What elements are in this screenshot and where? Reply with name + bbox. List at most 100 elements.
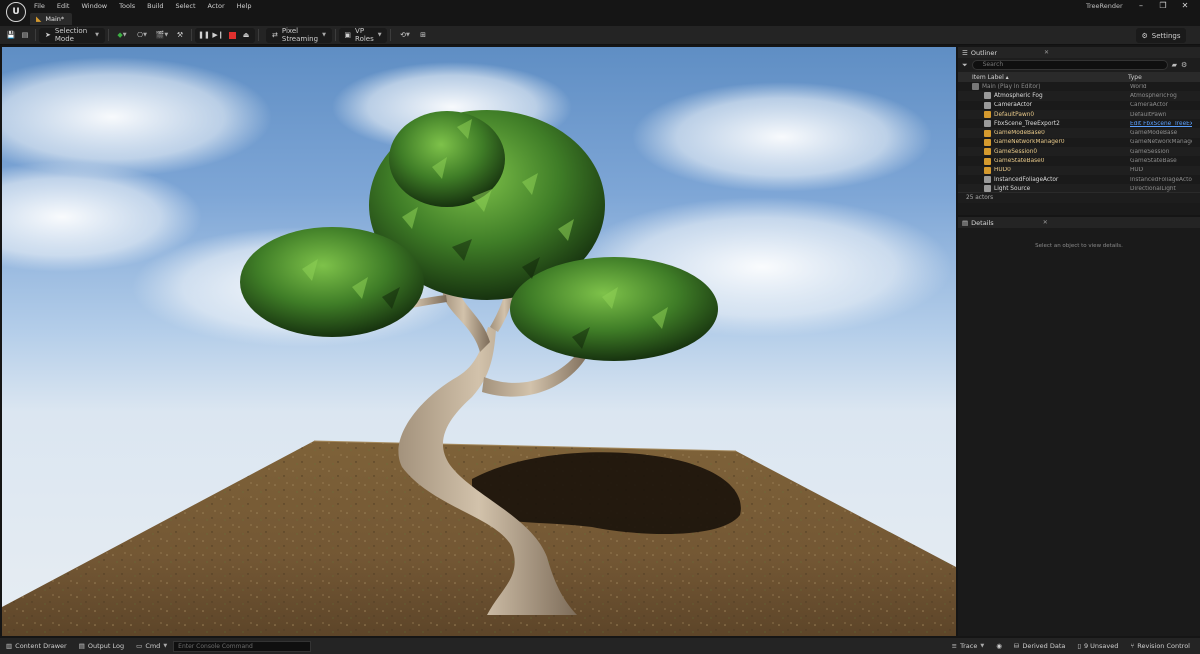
list-item[interactable]: Atmospheric Fog AtmosphericFog: [958, 91, 1200, 101]
list-item[interactable]: GameSession0 GameSession: [958, 147, 1200, 157]
menu-build[interactable]: Build: [141, 1, 169, 11]
cinematics-button[interactable]: 🎬 ▼: [152, 28, 172, 43]
selection-mode-icon: ➤: [45, 31, 51, 39]
menu-file[interactable]: File: [28, 1, 51, 11]
outliner-panel: ☰ Outliner ✕ ⏷ Search ▰ ⚙ Item Label ▴ T…: [958, 47, 1200, 215]
edit-link[interactable]: Edit FbxScene_TreeEx: [1130, 121, 1192, 127]
list-item[interactable]: Light Source DirectionalLight: [958, 184, 1200, 192]
tab-outliner[interactable]: ☰ Outliner ✕: [958, 47, 1200, 58]
toolbar-divider: [390, 29, 391, 41]
selection-mode-dropdown[interactable]: ➤ Selection Mode ▼: [39, 27, 105, 43]
menu-window[interactable]: Window: [75, 1, 113, 11]
level-viewport[interactable]: [2, 47, 956, 636]
column-type[interactable]: Type: [1128, 74, 1142, 81]
filter-icon[interactable]: ⏷: [962, 61, 968, 70]
list-item[interactable]: GameStateBase0 GameStateBase: [958, 156, 1200, 165]
drawer-icon: ▥: [6, 642, 13, 650]
log-icon: ▤: [78, 642, 85, 650]
close-icon[interactable]: ✕: [1043, 219, 1048, 226]
tab-details[interactable]: ▤ Details ✕: [958, 217, 1200, 228]
terminal-icon: ▭: [136, 642, 143, 650]
derived-data-label: Derived Data: [1022, 642, 1066, 650]
stop-icon[interactable]: [225, 28, 239, 43]
cmd-dropdown[interactable]: ▭ Cmd ▼: [130, 638, 173, 654]
network-icon: [984, 138, 991, 146]
trace-icon: ≡: [951, 642, 958, 650]
window-controls: – ❐ ✕: [1130, 0, 1196, 12]
toolbar-divider: [35, 29, 36, 41]
gear-icon: ⚙: [1141, 31, 1148, 40]
revision-control-label: Revision Control: [1137, 642, 1190, 650]
console-input[interactable]: Enter Console Command: [173, 640, 312, 652]
details-panel: ▤ Details ✕ Select an object to view det…: [958, 217, 1200, 636]
gamemode-icon: [984, 129, 991, 137]
outliner-search-row: ⏷ Search ▰ ⚙: [958, 58, 1200, 72]
menu-edit[interactable]: Edit: [51, 1, 76, 11]
minimize-icon[interactable]: –: [1130, 0, 1152, 12]
foliage-icon: [984, 176, 991, 184]
list-item[interactable]: Main (Play In Editor) World: [958, 82, 1200, 91]
list-item[interactable]: InstancedFoliageActor InstancedFoliageAc…: [958, 175, 1200, 184]
column-item-label[interactable]: Item Label ▴: [958, 74, 1128, 81]
vp-roles-label: VP Roles: [355, 27, 374, 43]
level-icon: ◣: [36, 15, 42, 23]
content-drawer-button[interactable]: ▥ Content Drawer: [0, 638, 73, 654]
main-menu: File Edit Window Tools Build Select Acto…: [28, 1, 257, 11]
menu-tools[interactable]: Tools: [113, 1, 141, 11]
unsaved-button[interactable]: ▯ 9 Unsaved: [1071, 638, 1124, 654]
trace-label: Trace: [960, 642, 978, 650]
trace-dropdown[interactable]: ≡ Trace ▼: [946, 638, 991, 654]
record-icon[interactable]: ◉: [990, 638, 1008, 654]
list-item[interactable]: GameModeBase0 GameModeBase: [958, 128, 1200, 138]
outliner-list: Main (Play In Editor) World Atmospheric …: [958, 82, 1200, 192]
outliner-header: Item Label ▴ Type: [958, 72, 1200, 82]
modes-button[interactable]: ⚒: [172, 28, 188, 43]
close-icon[interactable]: ✕: [1174, 0, 1196, 12]
blueprints-button[interactable]: ⎔ ▼: [132, 28, 152, 43]
folder-add-icon[interactable]: ▰: [1172, 61, 1177, 69]
pause-icon[interactable]: ❚❚: [197, 28, 211, 43]
eject-icon[interactable]: ⏏: [239, 28, 253, 43]
cmd-label: Cmd: [145, 642, 161, 650]
close-icon[interactable]: ✕: [1044, 49, 1049, 56]
step-icon[interactable]: ▶❙: [211, 28, 225, 43]
database-icon: ⛁: [1013, 642, 1020, 650]
list-item[interactable]: DefaultPawn0 DefaultPawn: [958, 109, 1200, 120]
list-item[interactable]: HUD0 HUD: [958, 165, 1200, 175]
outliner-search-input[interactable]: Search: [971, 60, 1168, 70]
menu-actor[interactable]: Actor: [202, 1, 231, 11]
unreal-logo[interactable]: U: [6, 2, 26, 22]
derived-data-button[interactable]: ⛁ Derived Data: [1008, 638, 1072, 654]
vp-roles-dropdown[interactable]: ▣ VP Roles ▼: [339, 27, 387, 43]
unsaved-label: 9 Unsaved: [1083, 642, 1119, 650]
output-log-button[interactable]: ▤ Output Log: [73, 638, 130, 654]
main-toolbar: 💾 ▤ ➤ Selection Mode ▼ ◆ ▼ ⎔ ▼ 🎬 ▼ ⚒ ❚❚ ▶❙ …: [0, 26, 1200, 45]
menu-help[interactable]: Help: [231, 1, 258, 11]
list-item[interactable]: FbxScene_TreeExport2 Edit FbxScene_TreeE…: [958, 119, 1200, 128]
layout-icon[interactable]: ⊞: [416, 28, 430, 43]
add-content-button[interactable]: ◆ ▼: [112, 28, 132, 43]
settings-button[interactable]: ⚙ Settings: [1136, 28, 1186, 43]
details-icon: ▤: [962, 218, 969, 227]
pixel-streaming-dropdown[interactable]: ⇄ Pixel Streaming ▼: [266, 27, 332, 43]
restore-icon[interactable]: ❐: [1152, 0, 1174, 12]
list-item[interactable]: CameraActor CameraActor: [958, 101, 1200, 110]
save-icon[interactable]: 💾: [4, 28, 18, 43]
camera-icon: [984, 101, 991, 109]
platforms-button[interactable]: ⟲ ▼: [394, 28, 416, 43]
revision-control-button[interactable]: ⑂ Revision Control: [1124, 638, 1196, 654]
menu-select[interactable]: Select: [169, 1, 201, 11]
gear-icon[interactable]: ⚙: [1181, 61, 1187, 69]
level-tab[interactable]: ◣ Main*: [30, 13, 73, 25]
browse-icon[interactable]: ▤: [18, 28, 32, 43]
list-item[interactable]: GameNetworkManager0 GameNetworkManager: [958, 138, 1200, 147]
title-bar: U File Edit Window Tools Build Select Ac…: [0, 0, 1200, 26]
pawn-icon: [984, 111, 991, 119]
pixel-streaming-icon: ⇄: [272, 31, 278, 39]
details-tab-label: Details: [971, 218, 994, 227]
content-drawer-label: Content Drawer: [15, 642, 67, 650]
settings-label: Settings: [1151, 31, 1181, 40]
world-icon: [972, 83, 979, 91]
outliner-tab-label: Outliner: [970, 48, 998, 57]
fog-icon: [984, 92, 991, 100]
